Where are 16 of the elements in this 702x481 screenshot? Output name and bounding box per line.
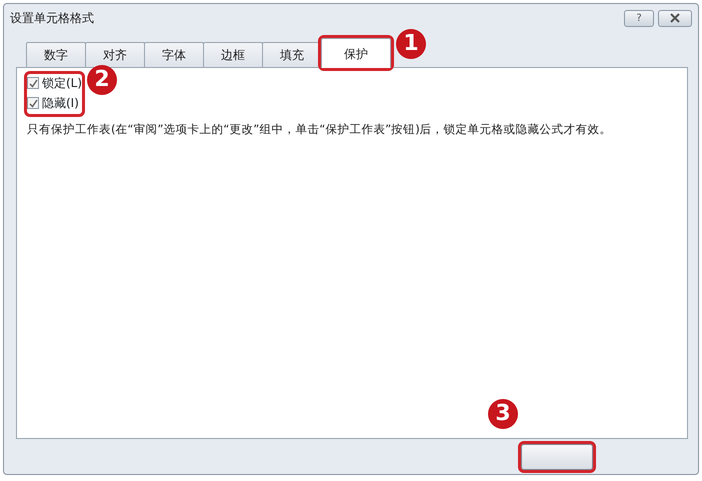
help-button[interactable]: ? [624, 10, 654, 26]
tab[interactable]: 数字 [26, 42, 86, 67]
close-button[interactable] [658, 10, 692, 26]
tab[interactable]: 边框 [203, 42, 263, 67]
step-number: 1 [396, 29, 426, 59]
checkbox[interactable] [27, 77, 39, 89]
note-text: 只有保护工作表(在“审阅”选项卡上的“更改”组中，单击“保护工作表”按钮)后，锁定单元格或隐藏公式才有效。 [27, 122, 613, 136]
checkbox-label: 锁定(L) [42, 75, 82, 92]
tab[interactable]: 对齐 [85, 42, 145, 67]
close-icon [669, 13, 681, 23]
highlight-frame [24, 71, 86, 117]
window-title: 设置单元格格式 [10, 10, 94, 27]
tab[interactable]: 字体 [144, 42, 204, 67]
checkbox[interactable] [27, 97, 39, 109]
checkbox-label: 隐藏(I) [42, 95, 79, 112]
tab[interactable]: 保护 [321, 38, 391, 68]
